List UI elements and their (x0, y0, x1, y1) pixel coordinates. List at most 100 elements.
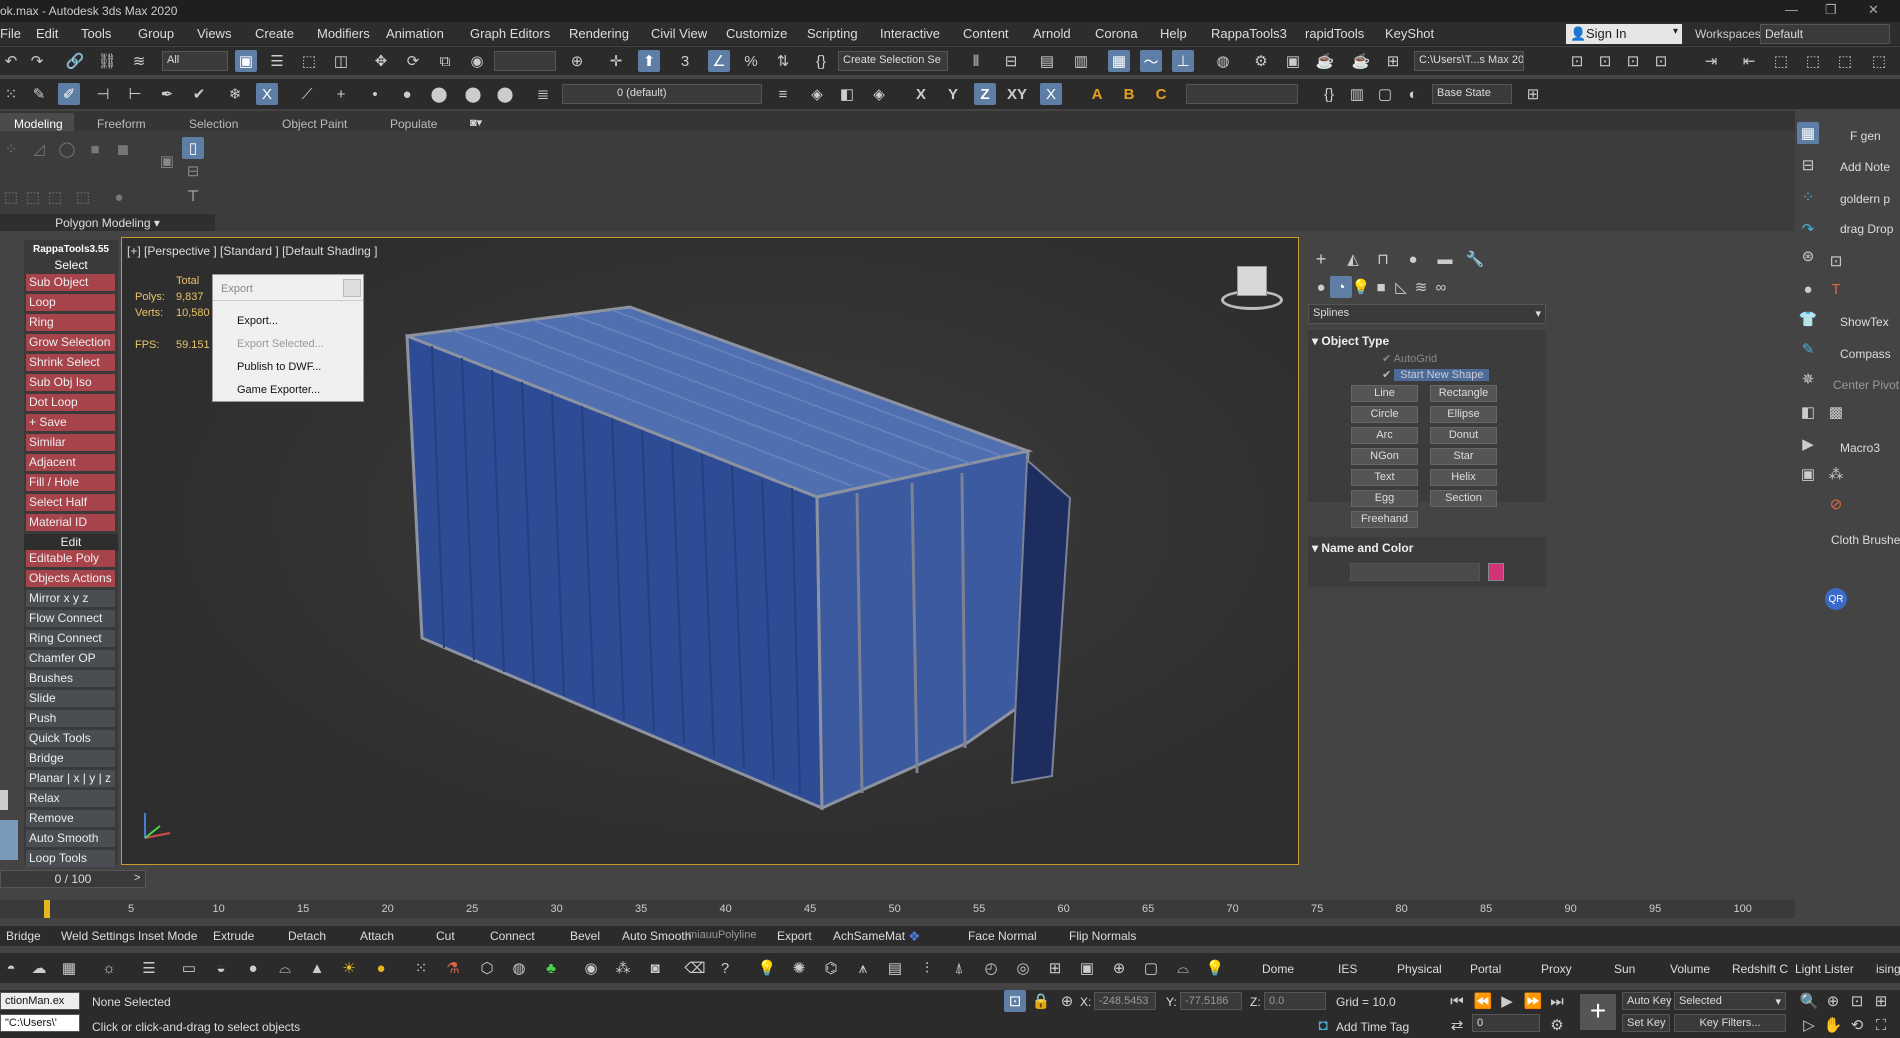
add-note-icon[interactable]: ⊟ (1797, 154, 1819, 176)
plane-snap-icon[interactable]: ⊡ (1622, 50, 1644, 72)
qr-icon[interactable]: QR (1825, 588, 1847, 610)
minimize-icon[interactable]: — (1785, 2, 1798, 17)
name-and-color-header[interactable]: ▾ Name and Color (1312, 541, 1413, 555)
rappa-loop-button[interactable]: Loop (26, 294, 115, 311)
field-of-view-icon[interactable]: ▷ (1798, 1014, 1820, 1036)
shape-egg-button[interactable]: Egg (1351, 490, 1418, 507)
light-3-icon[interactable]: ⌬ (820, 957, 842, 979)
rappa-ring-button[interactable]: Ring (26, 314, 115, 331)
reference-coordinate-dropdown[interactable] (494, 51, 556, 71)
light-4-icon[interactable]: ⩚ (852, 957, 874, 979)
edge-snap-icon[interactable]: ⊡ (1650, 50, 1672, 72)
left-dock-tab[interactable] (0, 820, 18, 860)
light-label-sun[interactable]: Sun (1614, 962, 1635, 976)
rappa-adjacent-button[interactable]: Adjacent (26, 454, 115, 471)
keyboard-shortcut-override-icon[interactable]: ⬆ (638, 50, 660, 72)
layer-manager-icon[interactable]: ≣ (532, 83, 554, 105)
shapes-icon[interactable]: ◔ (1330, 276, 1352, 298)
dome-shape-icon[interactable]: ◒ (210, 957, 232, 979)
show-tex-icon[interactable]: 👕 (1797, 308, 1819, 330)
create-8-icon[interactable]: ⬡ (476, 957, 498, 979)
cameras-icon[interactable]: ■ (1370, 276, 1392, 298)
macro3-label[interactable]: Macro3 (1840, 441, 1880, 455)
drag-drop-icon[interactable]: ↷ (1797, 218, 1819, 240)
light-12-icon[interactable]: ⊕ (1108, 957, 1130, 979)
rappa-objects-actions-button[interactable]: Objects Actions (26, 570, 115, 587)
redo-icon[interactable]: ↷ (26, 50, 48, 72)
geometry-icon[interactable]: ● (1310, 276, 1332, 298)
create-12-icon[interactable]: ◙ (644, 957, 666, 979)
add-time-tag[interactable]: Add Time Tag (1336, 1020, 1409, 1034)
light-label-ising-[interactable]: ising: (1876, 962, 1900, 976)
rappa-slide-button[interactable]: Slide (26, 690, 115, 707)
menu-rappatools3[interactable]: RappaTools3 (1211, 26, 1287, 41)
light-6-icon[interactable]: ⫶ (916, 957, 938, 979)
helpers-icon[interactable]: ◺ (1390, 276, 1412, 298)
modify-mode-2-icon[interactable]: ⬚ (22, 186, 44, 208)
create-2-icon[interactable]: ☁ (28, 957, 50, 979)
menu-corona[interactable]: Corona (1095, 26, 1138, 41)
view-cube[interactable] (1217, 266, 1287, 312)
percent-snap-icon[interactable]: % (740, 50, 762, 72)
key-filters-button[interactable]: Key Filters... (1674, 1014, 1786, 1032)
macro-extrude[interactable]: Extrude (213, 929, 254, 943)
render-iterative-icon[interactable]: ☕ (1350, 50, 1372, 72)
text-a-icon[interactable]: A (1086, 83, 1108, 105)
shape-freehand-button[interactable]: Freehand (1351, 511, 1418, 528)
modify-mode-1-icon[interactable]: ⬚ (0, 186, 22, 208)
display-tab-icon[interactable]: ▬ (1434, 248, 1456, 270)
light-14-icon[interactable]: ⌓ (1172, 957, 1194, 979)
rotate-icon[interactable]: ⟳ (402, 50, 424, 72)
menu-keyshot[interactable]: KeyShot (1385, 26, 1434, 41)
export-menu-item-export[interactable]: Export... (237, 315, 278, 327)
box-snap-icon[interactable]: ⊡ (1594, 50, 1616, 72)
macro-export[interactable]: Export (777, 929, 812, 943)
modify-tab-icon[interactable]: ◭ (1342, 248, 1364, 270)
polygon-icon[interactable]: ■ (84, 138, 106, 160)
rappa-push-button[interactable]: Push (26, 710, 115, 727)
xform-toggle-icon[interactable]: X (1040, 83, 1062, 105)
light-label-light-lister[interactable]: Light Lister (1795, 962, 1854, 976)
shape-donut-button[interactable]: Donut (1430, 427, 1497, 444)
snaps-toggle-icon[interactable]: 3 (674, 50, 696, 72)
rappa-loop-tools-button[interactable]: Loop Tools (26, 850, 115, 867)
golden-p-label[interactable]: goldern p (1840, 192, 1890, 206)
light-15-icon[interactable]: 💡 (1204, 957, 1226, 979)
menu-civil-view[interactable]: Civil View (651, 26, 707, 41)
curve-editor-icon[interactable]: 〜 (1140, 50, 1162, 72)
menu-customize[interactable]: Customize (726, 26, 787, 41)
macro-bridge[interactable]: Bridge (6, 929, 41, 943)
menu-group[interactable]: Group (138, 26, 174, 41)
menu-rendering[interactable]: Rendering (569, 26, 629, 41)
workspaces-dropdown[interactable]: Default (1760, 24, 1890, 44)
next-frame-icon[interactable]: ⏩ (1522, 990, 1544, 1012)
rappa-save-button[interactable]: + Save (26, 414, 115, 431)
create-13-icon[interactable]: ⌫ (684, 957, 706, 979)
placement-icon[interactable]: ◉ (466, 50, 488, 72)
start-new-shape-checkbox[interactable]: ✔ Start New Shape (1382, 368, 1490, 381)
rappa-flow-connect-button[interactable]: Flow Connect (26, 610, 115, 627)
macro-connect[interactable]: Connect (490, 929, 535, 943)
shape-section-button[interactable]: Section (1430, 490, 1497, 507)
motion-tab-icon[interactable]: ● (1402, 248, 1424, 270)
edit-named-selection-icon[interactable]: {} (810, 50, 832, 72)
compass-label[interactable]: Compass (1840, 347, 1891, 361)
modify-mode-5-icon[interactable]: ● (108, 186, 130, 208)
macro-attach[interactable]: Attach (360, 929, 394, 943)
plus-icon[interactable]: + (330, 83, 352, 105)
light-label-portal[interactable]: Portal (1470, 962, 1501, 976)
macro-bevel[interactable]: Bevel (570, 929, 600, 943)
golden-p-icon[interactable]: ⁘ (1797, 186, 1819, 208)
macro-1-icon[interactable]: ◧ (1797, 401, 1819, 423)
state-sets-icon[interactable]: ⊞ (1522, 83, 1544, 105)
merge-icon[interactable]: ⬚ (1834, 50, 1856, 72)
tool-1-icon[interactable]: ⊛ (1797, 245, 1819, 267)
border-icon[interactable]: ◯ (56, 138, 78, 160)
rappa-relax-button[interactable]: Relax (26, 790, 115, 807)
rappa-editable-poly-button[interactable]: Editable Poly (26, 550, 115, 567)
timeline-marker[interactable] (44, 900, 50, 918)
menu-animation[interactable]: Animation (386, 26, 444, 41)
fetch-icon[interactable]: ⬚ (1802, 50, 1824, 72)
menu-content[interactable]: Content (963, 26, 1009, 41)
polygon-modeling-dropdown[interactable]: Polygon Modeling ▾ (0, 214, 215, 231)
